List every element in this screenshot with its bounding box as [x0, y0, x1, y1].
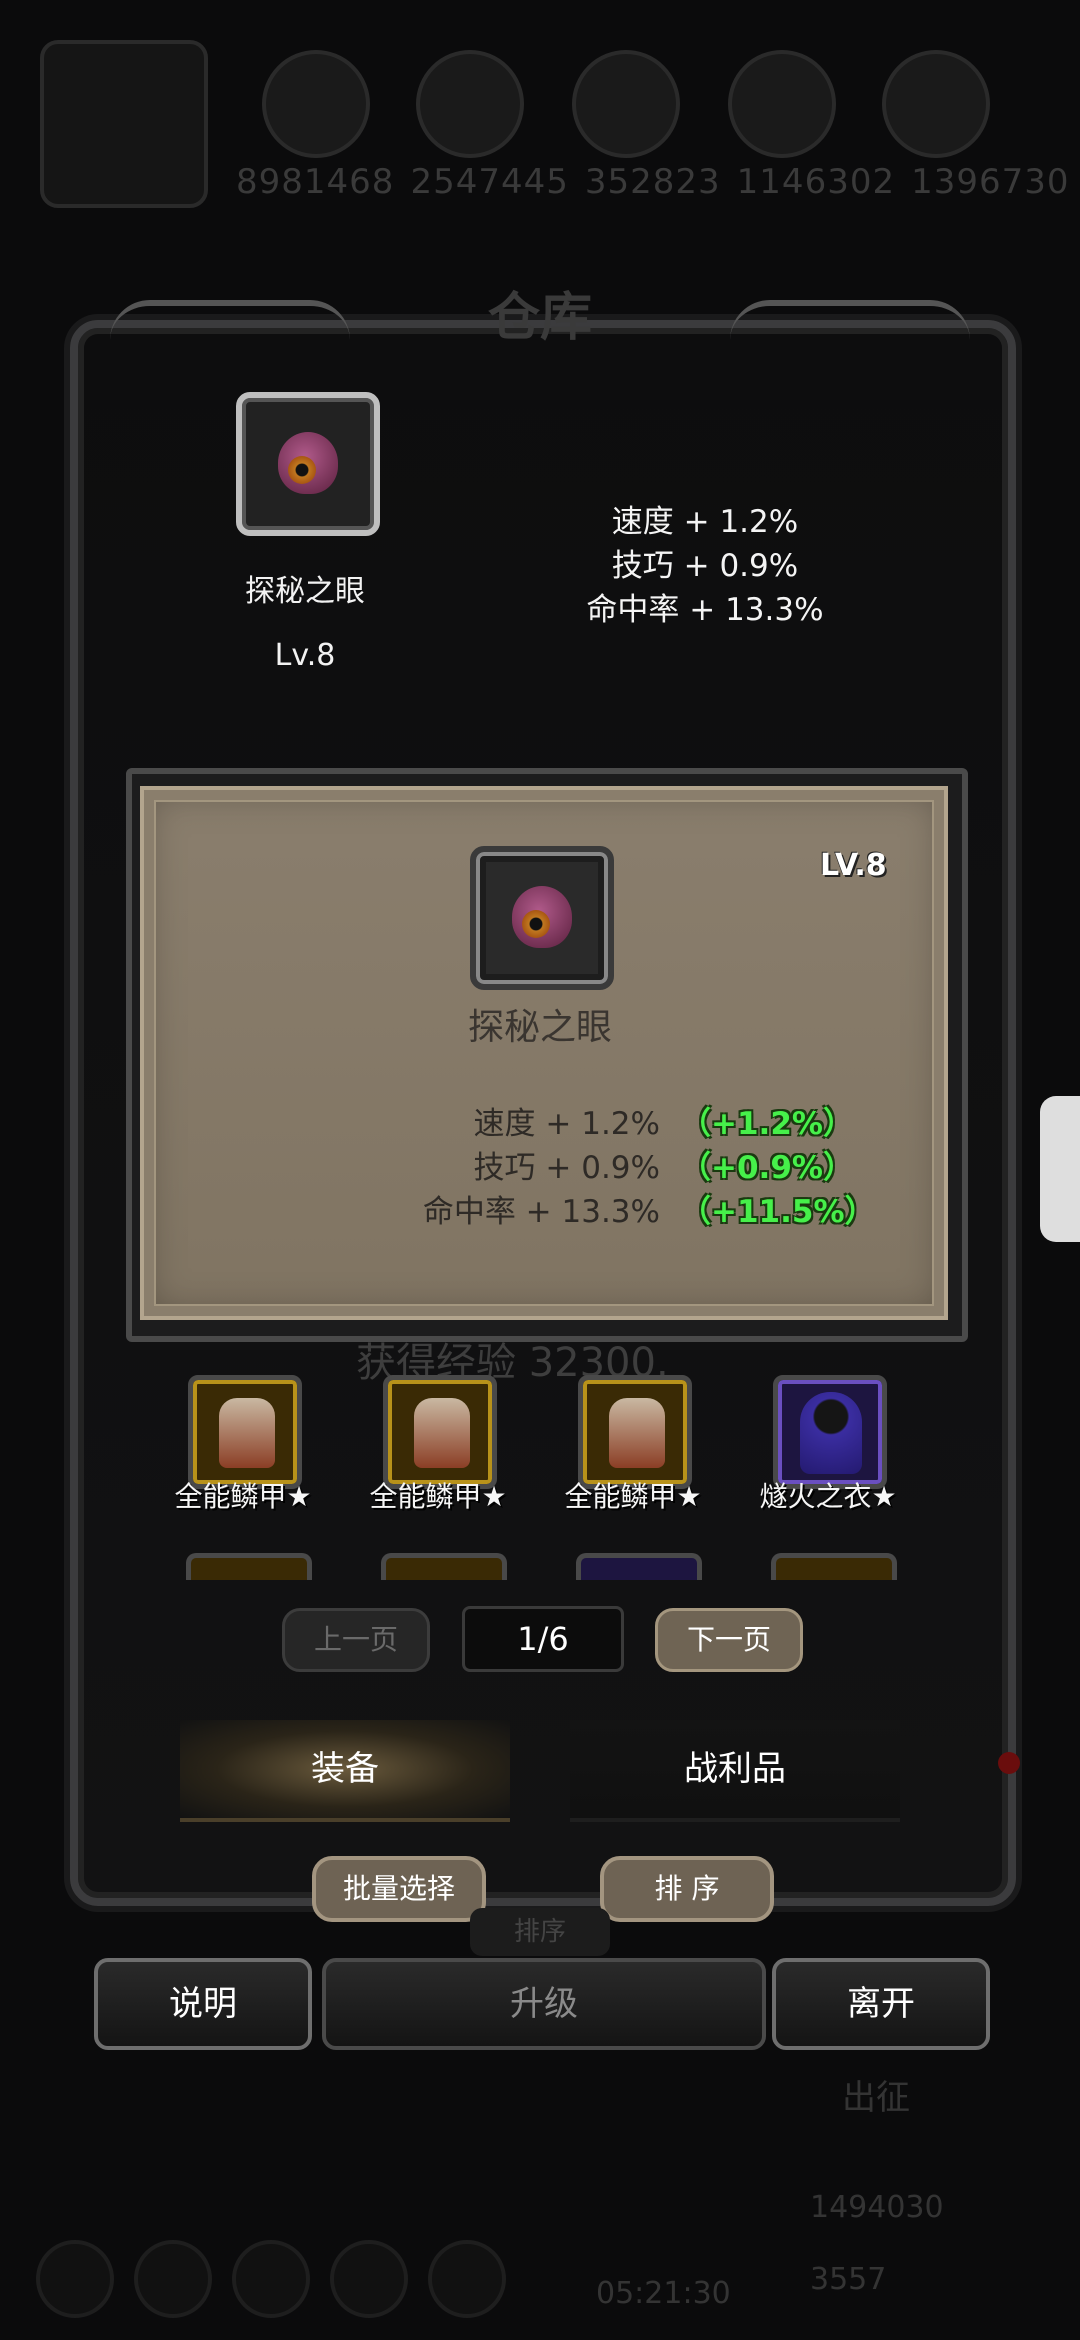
- food-resource-icon: [262, 50, 370, 158]
- equipped-item-stats: 速度 + 1.2% 技巧 + 0.9% 命中率 + 13.3%: [560, 500, 850, 632]
- sort-button[interactable]: 排 序: [600, 1856, 774, 1922]
- resource-value: 8981468: [236, 162, 395, 202]
- popup-item-stats: 速度 + 1.2% 技巧 + 0.9% 命中率 + 13.3%: [400, 1102, 660, 1234]
- next-page-button[interactable]: 下一页: [655, 1608, 803, 1672]
- inventory-grid: 全能鳞甲★ 全能鳞甲★ 全能鳞甲★ 燧火之衣★: [138, 1355, 948, 1580]
- bonus-line: （+0.9%）: [680, 1150, 854, 1186]
- resource-value: 1146302: [736, 162, 896, 202]
- inventory-slot[interactable]: 全能鳞甲★: [333, 1363, 533, 1513]
- bonus-line: （+1.2%）: [680, 1106, 854, 1142]
- equipped-item-level: Lv.8: [274, 638, 336, 673]
- item-label: 全能鳞甲★: [369, 1480, 507, 1513]
- depart-label: 出征: [842, 2078, 910, 2118]
- background-sort-label: 排序: [470, 1908, 610, 1956]
- inventory-slot[interactable]: 全能鳞甲★: [138, 1363, 338, 1513]
- menu-icon: [134, 2240, 212, 2318]
- popup-item-level: LV.8: [820, 848, 887, 883]
- item-frame: [383, 1375, 497, 1489]
- stat-line: 命中率 + 13.3%: [422, 1194, 660, 1230]
- item-frame: [773, 1375, 887, 1489]
- leave-button[interactable]: 离开: [772, 1958, 990, 2050]
- inventory-slot-partial[interactable]: [576, 1553, 702, 1580]
- timer: 05:21:30: [596, 2276, 731, 2311]
- popup-item-name: 探秘之眼: [467, 1007, 612, 1048]
- crystal-resource-icon: [728, 50, 836, 158]
- bread-resource-icon: [416, 50, 524, 158]
- menu-icon: [232, 2240, 310, 2318]
- gold-count: 1494030: [810, 2190, 944, 2225]
- armor-icon: [219, 1398, 275, 1468]
- inventory-slot[interactable]: 全能鳞甲★: [528, 1363, 728, 1513]
- inventory-slot-partial[interactable]: [771, 1553, 897, 1580]
- resource-value: 2547445: [410, 162, 569, 202]
- prev-page-button[interactable]: 上一页: [282, 1608, 430, 1672]
- help-button[interactable]: 说明: [94, 1958, 312, 2050]
- resource-value: 352823: [584, 162, 721, 202]
- stat-line: 技巧 + 0.9%: [473, 1150, 660, 1186]
- item-label: 燧火之衣★: [759, 1480, 897, 1513]
- item-label: 全能鳞甲★: [174, 1480, 312, 1513]
- stat-line: 命中率 + 13.3%: [586, 592, 824, 628]
- popup-item-bonuses: （+1.2%） （+0.9%） （+11.5%）: [680, 1102, 876, 1234]
- stat-line: 技巧 + 0.9%: [611, 548, 799, 584]
- upgrade-button[interactable]: 升级: [322, 1958, 766, 2050]
- equipped-item-name: 探秘之眼: [245, 574, 365, 609]
- tab-loot[interactable]: 战利品: [570, 1720, 900, 1822]
- page-indicator: 1/6: [462, 1606, 624, 1672]
- notification-dot: [998, 1752, 1020, 1774]
- eye-item-icon: [512, 880, 572, 950]
- menu-icon: [36, 2240, 114, 2318]
- equipped-item-slot[interactable]: [236, 392, 380, 536]
- item-frame: [188, 1375, 302, 1489]
- character-portrait: [40, 40, 208, 208]
- menu-icon: [428, 2240, 506, 2318]
- resource-values: 8981468 2547445 352823 1146302 1396730: [236, 162, 1069, 202]
- cloak-icon: [800, 1392, 862, 1474]
- bonus-line: （+11.5%）: [680, 1194, 876, 1230]
- eye-item-icon: [278, 426, 338, 496]
- item-label: 全能鳞甲★: [564, 1480, 702, 1513]
- tab-equipment[interactable]: 装备: [180, 1720, 510, 1822]
- inventory-slot-partial[interactable]: [381, 1553, 507, 1580]
- armor-icon: [414, 1398, 470, 1468]
- item-frame: [578, 1375, 692, 1489]
- menu-icon: [330, 2240, 408, 2318]
- stat-line: 速度 + 1.2%: [473, 1106, 660, 1142]
- iron-resource-icon: [882, 50, 990, 158]
- window-title: 仓库: [487, 288, 592, 348]
- stone-resource-icon: [572, 50, 680, 158]
- gem-count: 3557: [810, 2262, 887, 2297]
- inventory-slot-partial[interactable]: [186, 1553, 312, 1580]
- armor-icon: [609, 1398, 665, 1468]
- popup-item-slot: [470, 846, 614, 990]
- resource-value: 1396730: [911, 162, 1070, 202]
- batch-select-button[interactable]: 批量选择: [312, 1856, 486, 1922]
- side-drawer-handle[interactable]: [1040, 1096, 1080, 1242]
- inventory-slot[interactable]: 燧火之衣★: [723, 1363, 923, 1513]
- stat-line: 速度 + 1.2%: [611, 504, 799, 540]
